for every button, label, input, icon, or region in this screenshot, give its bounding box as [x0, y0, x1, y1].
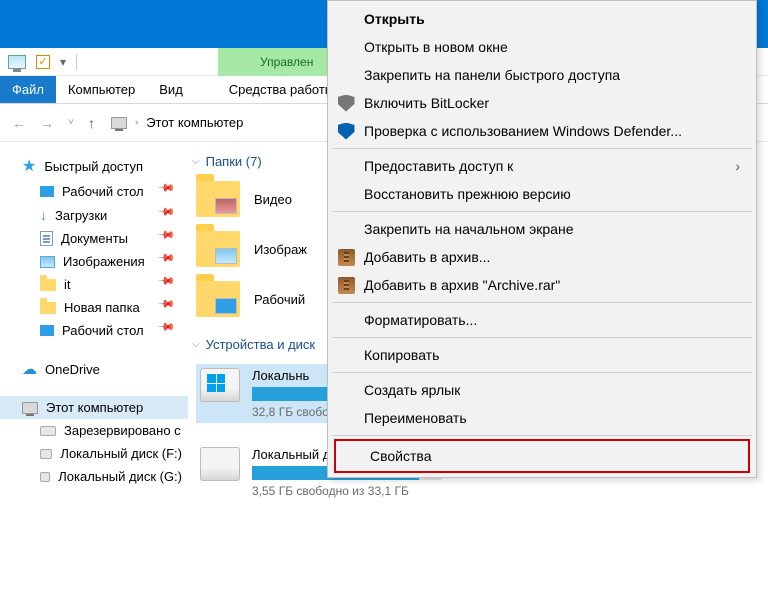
sidebar-drive-f[interactable]: Локальный диск (F:) [0, 442, 188, 465]
pin-icon: 📌 [157, 202, 183, 228]
sidebar-item-label: Изображения [63, 254, 145, 269]
ctx-properties[interactable]: Свойства [334, 439, 750, 473]
sidebar-item-label: Рабочий стол [62, 323, 144, 338]
qat-overflow[interactable]: ▾ [60, 55, 66, 69]
nav-back[interactable]: ← [8, 113, 30, 133]
sidebar-item-label: Документы [61, 231, 128, 246]
qat-properties-icon[interactable]: ✓ [36, 55, 50, 69]
pc-icon [22, 402, 38, 414]
pin-icon: 📌 [157, 179, 183, 205]
sidebar-drive-g[interactable]: Локальный диск (G:) [0, 465, 188, 488]
winrar-icon [336, 277, 356, 294]
nav-forward: → [36, 113, 58, 133]
address-bar[interactable]: › Этот компьютер [111, 115, 244, 130]
ctx-restore-previous[interactable]: Восстановить прежнюю версию [330, 180, 754, 208]
ctx-bitlocker[interactable]: Включить BitLocker [330, 89, 754, 117]
documents-icon [40, 231, 53, 246]
folder-large-icon [196, 231, 240, 267]
ctx-pin-start[interactable]: Закрепить на начальном экране [330, 215, 754, 243]
sidebar-onedrive[interactable]: ☁ OneDrive [0, 356, 188, 382]
pin-icon: 📌 [157, 272, 183, 298]
cloud-icon: ☁ [22, 360, 37, 378]
sidebar-item-documents[interactable]: Документы 📌 [0, 227, 188, 250]
downloads-icon: ↓ [40, 207, 47, 223]
drive-icon [40, 449, 52, 459]
bitlocker-icon [336, 95, 356, 112]
sidebar-item-it[interactable]: it 📌 [0, 273, 188, 296]
folder-label: Рабочий [254, 292, 305, 307]
ctx-open-new-window[interactable]: Открыть в новом окне [330, 33, 754, 61]
desktop-icon [40, 325, 54, 336]
chevron-right-icon: › [135, 117, 138, 128]
ctx-open[interactable]: Открыть [330, 5, 754, 33]
folder-large-icon [196, 281, 240, 317]
sidebar-item-downloads[interactable]: ↓ Загрузки 📌 [0, 203, 188, 227]
desktop-icon [40, 186, 54, 197]
drive-icon [40, 426, 56, 436]
nav-recent[interactable]: ˅ [64, 115, 78, 130]
sidebar-drive-reserved[interactable]: Зарезервировано с [0, 419, 188, 442]
folder-large-icon [196, 181, 240, 217]
ctx-copy[interactable]: Копировать [330, 341, 754, 369]
sidebar-item-label: Рабочий стол [62, 184, 144, 199]
ctx-pin-quick-access[interactable]: Закрепить на панели быстрого доступа [330, 61, 754, 89]
drive-large-icon [200, 368, 240, 402]
sidebar-item-label: Локальный диск (G:) [58, 469, 182, 484]
sidebar-item-desktop2[interactable]: Рабочий стол 📌 [0, 319, 188, 342]
explorer-icon [8, 55, 26, 69]
sidebar-item-label: Загрузки [55, 208, 107, 223]
sidebar-label: Быстрый доступ [44, 159, 143, 174]
pictures-icon [40, 256, 55, 268]
sidebar-item-label: Локальный диск (F:) [60, 446, 182, 461]
folder-icon [40, 279, 56, 291]
defender-shield-icon [336, 123, 356, 140]
pin-icon: 📌 [157, 318, 183, 344]
folder-icon [40, 302, 56, 314]
sidebar-item-desktop[interactable]: Рабочий стол 📌 [0, 180, 188, 203]
breadcrumb-root[interactable]: Этот компьютер [146, 115, 243, 130]
ctx-rename[interactable]: Переименовать [330, 404, 754, 432]
folder-label: Изображ [254, 242, 307, 257]
group-header-label: Устройства и диск [206, 337, 316, 352]
tab-file[interactable]: Файл [0, 76, 56, 103]
tab-computer[interactable]: Компьютер [56, 76, 147, 103]
star-icon: ★ [22, 156, 36, 176]
pin-icon: 📌 [157, 249, 183, 275]
sidebar-this-pc[interactable]: Этот компьютер [0, 396, 188, 419]
drive-large-icon [200, 447, 240, 481]
group-header-label: Папки (7) [206, 154, 262, 169]
sidebar-item-label: OneDrive [45, 362, 100, 377]
folder-label: Видео [254, 192, 292, 207]
pc-icon [111, 117, 127, 129]
sidebar-item-pictures[interactable]: Изображения 📌 [0, 250, 188, 273]
nav-up[interactable]: ↑ [84, 113, 99, 133]
sidebar-item-label: it [64, 277, 71, 292]
chevron-down-icon: ⌵ [192, 339, 200, 350]
ctx-defender-scan[interactable]: Проверка с использованием Windows Defend… [330, 117, 754, 145]
ctx-create-shortcut[interactable]: Создать ярлык [330, 376, 754, 404]
context-menu: Открыть Открыть в новом окне Закрепить н… [327, 0, 757, 478]
tab-view[interactable]: Вид [147, 76, 195, 103]
ctx-add-to-archive[interactable]: Добавить в архив... [330, 243, 754, 271]
ctx-add-to-archive-named[interactable]: Добавить в архив "Archive.rar" [330, 271, 754, 299]
sidebar-item-label: Этот компьютер [46, 400, 143, 415]
pin-icon: 📌 [157, 295, 183, 321]
sidebar-item-label: Зарезервировано с [64, 423, 181, 438]
sidebar-quick-access[interactable]: ★ Быстрый доступ [0, 152, 188, 180]
sidebar-item-newfolder[interactable]: Новая папка 📌 [0, 296, 188, 319]
drive-free-text: 3,55 ГБ свободно из 33,1 ГБ [252, 484, 442, 498]
pin-icon: 📌 [157, 226, 183, 252]
drive-icon [40, 472, 50, 482]
chevron-right-icon: › [735, 158, 740, 174]
ctx-format[interactable]: Форматировать... [330, 306, 754, 334]
navigation-pane: ★ Быстрый доступ Рабочий стол 📌 ↓ Загрузки… [0, 142, 188, 598]
ctx-give-access[interactable]: Предоставить доступ к› [330, 152, 754, 180]
chevron-down-icon: ⌵ [192, 156, 200, 167]
winrar-icon [336, 249, 356, 266]
sidebar-item-label: Новая папка [64, 300, 140, 315]
